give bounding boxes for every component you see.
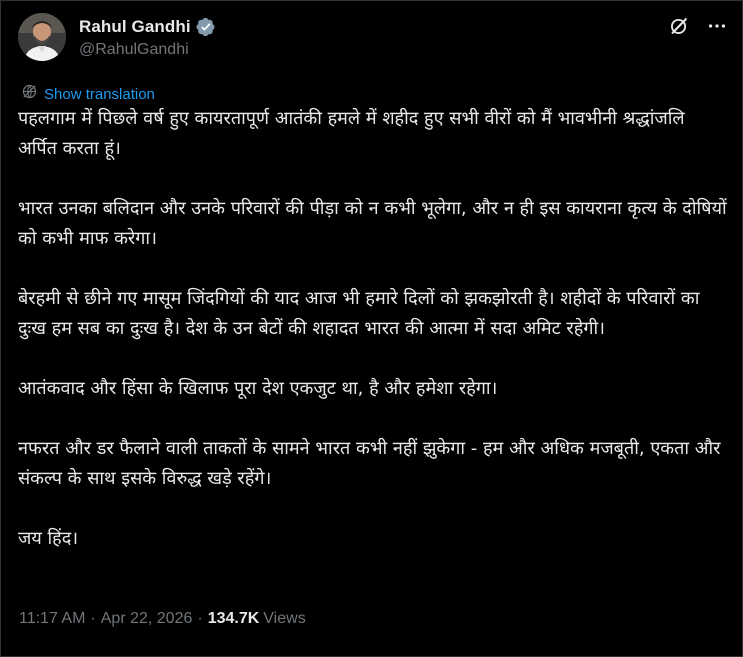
post-card: Rahul Gandhi @RahulGandhi Show translati… bbox=[0, 0, 743, 657]
meta-separator: · bbox=[197, 610, 203, 627]
meta-separator: · bbox=[90, 610, 96, 627]
post-paragraph: भारत उनका बलिदान और उनके परिवारों की पीड… bbox=[18, 198, 733, 249]
translate-globe-icon bbox=[21, 83, 38, 105]
grok-icon[interactable] bbox=[668, 15, 690, 37]
author-names: Rahul Gandhi @RahulGandhi bbox=[79, 16, 216, 59]
avatar-image bbox=[18, 13, 66, 61]
post-text: पहलगाम में पिछले वर्ष हुए कायरतापूर्ण आत… bbox=[18, 104, 728, 554]
views-label: Views bbox=[263, 610, 306, 627]
views-count[interactable]: 134.7K bbox=[208, 610, 260, 628]
show-translation-label[interactable]: Show translation bbox=[44, 86, 155, 103]
more-icon[interactable] bbox=[706, 15, 728, 37]
post-paragraph: जय हिंद। bbox=[18, 528, 79, 549]
post-top-actions bbox=[652, 15, 728, 37]
post-meta: 11:17 AM · Apr 22, 2026 · 134.7K Views bbox=[19, 610, 306, 628]
show-translation-link[interactable]: Show translation bbox=[21, 83, 155, 105]
post-time[interactable]: 11:17 AM bbox=[19, 610, 85, 628]
post-paragraph: बेरहमी से छीने गए मासूम जिंदगियों की याद… bbox=[18, 288, 706, 339]
post-paragraph: पहलगाम में पिछले वर्ष हुए कायरतापूर्ण आत… bbox=[18, 108, 691, 159]
avatar[interactable] bbox=[18, 13, 66, 61]
author-handle[interactable]: @RahulGandhi bbox=[79, 41, 216, 59]
author-display-name[interactable]: Rahul Gandhi bbox=[79, 17, 191, 37]
post-date[interactable]: Apr 22, 2026 bbox=[101, 610, 193, 628]
post-paragraph: नफरत और डर फैलाने वाली ताकतों के सामने भ… bbox=[18, 438, 727, 489]
post-header: Rahul Gandhi @RahulGandhi bbox=[18, 13, 216, 61]
verified-badge-icon[interactable] bbox=[196, 17, 216, 37]
post-paragraph: आतंकवाद और हिंसा के खिलाफ पूरा देश एकजुट… bbox=[18, 378, 498, 399]
